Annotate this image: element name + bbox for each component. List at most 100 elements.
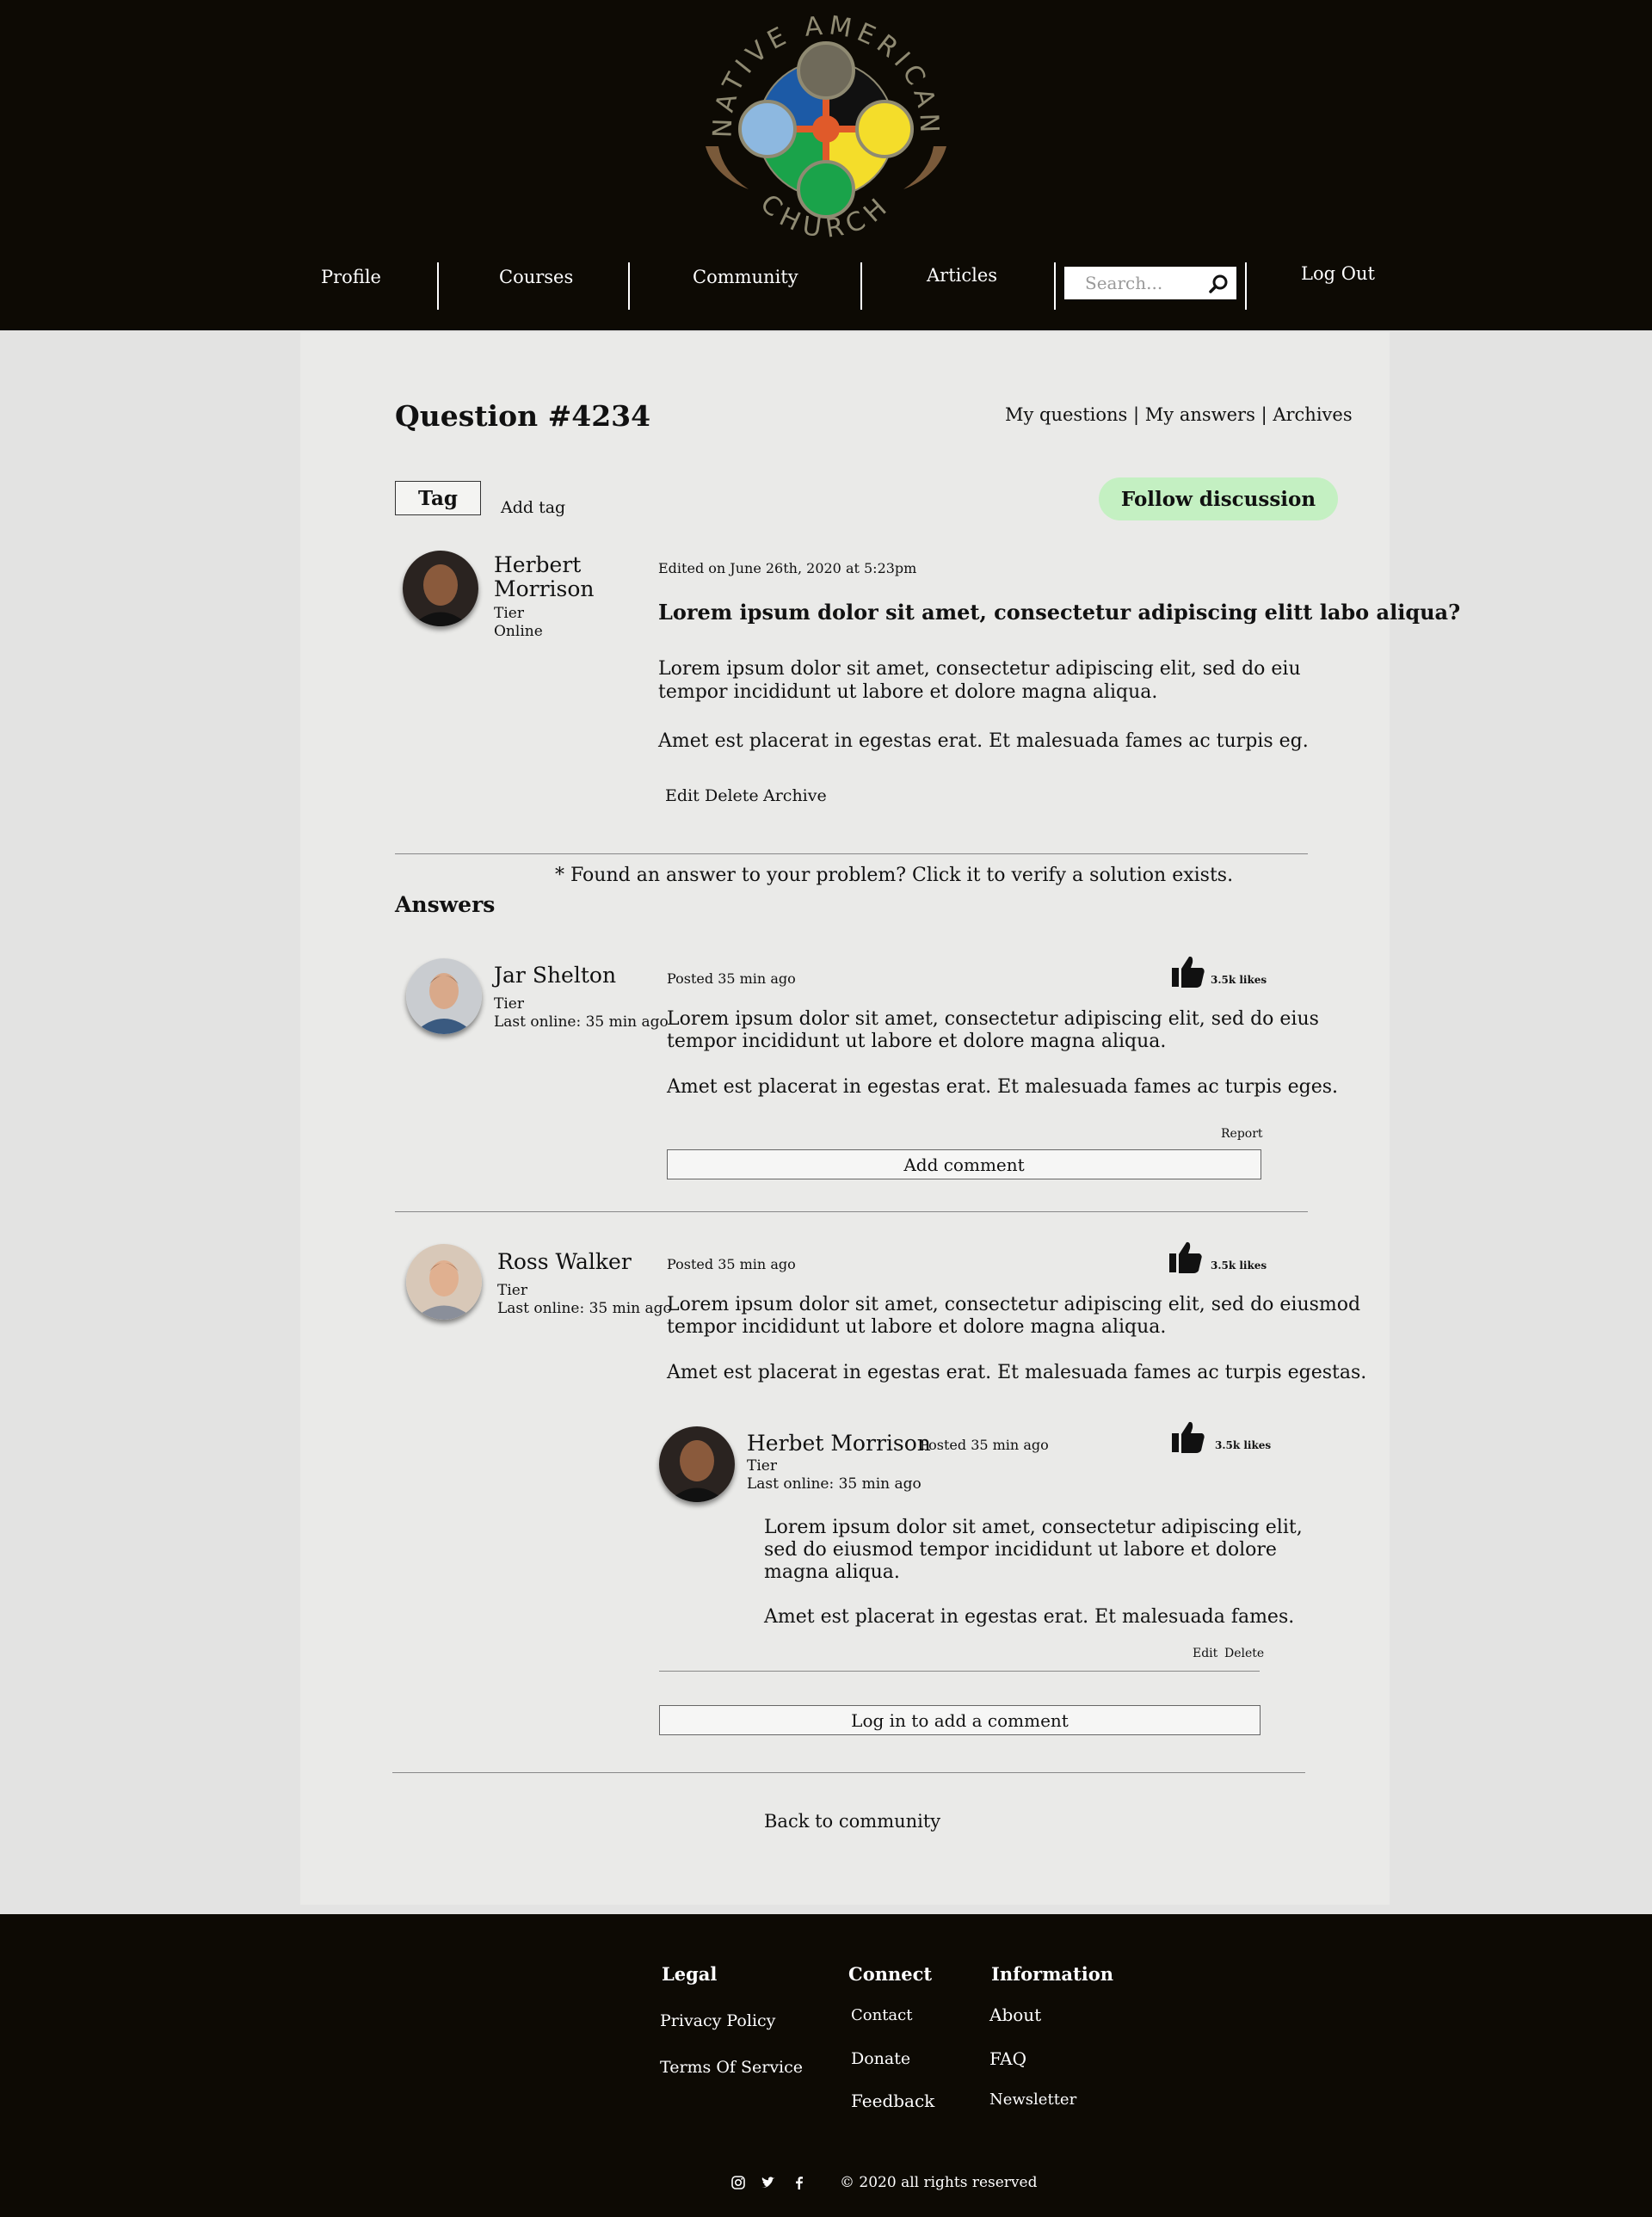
avatar[interactable] [659, 1426, 735, 1502]
church-logo[interactable]: NATIVE AMERICAN CHURCH [697, 9, 955, 249]
answer-text-line: Amet est placerat in egestas erat. Et ma… [667, 1076, 1339, 1098]
nav-divider [437, 262, 439, 310]
answer-posted-time: Posted 35 min ago [667, 1256, 796, 1272]
reply-text-line: Amet est placerat in egestas erat. Et ma… [764, 1606, 1295, 1628]
delete-reply-link[interactable]: Delete [1224, 1647, 1264, 1660]
tag-button[interactable]: Tag [395, 481, 481, 515]
footer-legal-title: Legal [662, 1963, 718, 1985]
edit-reply-link[interactable]: Edit [1193, 1647, 1217, 1660]
page-title: Question #4234 [395, 399, 651, 433]
delete-question-link[interactable]: Delete [705, 786, 759, 805]
login-to-comment-button[interactable]: Log in to add a comment [659, 1705, 1261, 1735]
thumbs-up-icon[interactable] [1170, 1419, 1206, 1454]
twitter-icon[interactable] [761, 2175, 776, 2190]
avatar[interactable] [406, 958, 482, 1034]
author-first-name[interactable]: Herbert [494, 553, 581, 577]
answer-text-line: Lorem ipsum dolor sit amet, consectetur … [667, 1008, 1319, 1030]
answer-posted-time: Posted 35 min ago [667, 970, 796, 987]
answer-text-line: Amet est placerat in egestas erat. Et ma… [667, 1362, 1367, 1383]
thumbs-up-icon[interactable] [1170, 954, 1206, 988]
author-avatar-image [403, 551, 478, 626]
footer-information-title: Information [991, 1963, 1113, 1985]
answer-text-line: tempor incididunt ut labore et dolore ma… [667, 1031, 1167, 1052]
reply-posted-time: Posted 35 min ago [920, 1437, 1049, 1453]
divider [395, 1211, 1308, 1212]
archive-question-link[interactable]: Archive [763, 786, 827, 805]
edit-question-link[interactable]: Edit [665, 786, 700, 805]
nav-courses[interactable]: Courses [499, 267, 573, 287]
search-input[interactable] [1064, 267, 1202, 299]
nav-profile[interactable]: Profile [320, 267, 382, 287]
edited-timestamp: Edited on June 26th, 2020 at 5:23pm [658, 560, 917, 576]
facebook-icon[interactable] [792, 2175, 807, 2190]
nav-divider [1054, 262, 1056, 310]
donate-link[interactable]: Donate [851, 2049, 910, 2068]
solution-hint: * Found an answer to your problem? Click… [555, 865, 1234, 886]
privacy-policy-link[interactable]: Privacy Policy [660, 2011, 775, 2030]
reply-text-line: magna aliqua. [764, 1561, 900, 1583]
answer-text-line: tempor incididunt ut labore et dolore ma… [667, 1316, 1167, 1338]
author-tier: Tier [494, 605, 524, 622]
like-count: 3.5k likes [1211, 1259, 1267, 1272]
answer-avatar-image [406, 958, 482, 1034]
logout-button[interactable]: Log Out [1299, 263, 1377, 284]
nav-divider [860, 262, 862, 310]
author-status: Online [494, 623, 543, 640]
copyright-text: © 2020 all rights reserved [840, 2174, 1038, 2191]
answer-avatar-image [406, 1244, 482, 1320]
like-count: 3.5k likes [1215, 1439, 1272, 1451]
link-separator: | [1261, 404, 1267, 425]
answer-author-name[interactable]: Jar Shelton [494, 964, 616, 988]
link-separator: | [1133, 404, 1140, 425]
avatar[interactable] [403, 551, 478, 626]
my-questions-link[interactable]: My questions [1005, 404, 1127, 425]
answer-author-tier: Tier [497, 1282, 527, 1299]
add-comment-button[interactable]: Add comment [667, 1149, 1261, 1179]
nav-articles[interactable]: Articles [927, 265, 997, 286]
site-header: NATIVE AMERICAN CHURCH Profile Courses C… [0, 0, 1652, 330]
follow-discussion-button[interactable]: Follow discussion [1099, 477, 1338, 520]
archives-link[interactable]: Archives [1273, 404, 1352, 425]
question-text-line: Amet est placerat in egestas erat. Et ma… [658, 730, 1309, 752]
faq-link[interactable]: FAQ [989, 2048, 1026, 2069]
author-last-name[interactable]: Morrison [494, 577, 595, 601]
answer-author-last-online: Last online: 35 min ago [494, 1013, 669, 1031]
reply-avatar-image [659, 1426, 735, 1502]
thumbs-up-icon[interactable] [1168, 1240, 1204, 1274]
footer-connect-title: Connect [848, 1963, 933, 1985]
contact-link[interactable]: Contact [851, 2006, 912, 2024]
instagram-icon[interactable] [730, 2175, 746, 2190]
my-answers-link[interactable]: My answers [1145, 404, 1255, 425]
add-tag-link[interactable]: Add tag [501, 498, 565, 517]
terms-of-service-link[interactable]: Terms Of Service [660, 2058, 803, 2077]
about-link[interactable]: About [989, 2005, 1041, 2025]
feedback-link[interactable]: Feedback [851, 2091, 934, 2111]
avatar[interactable] [406, 1244, 482, 1320]
search-icon[interactable] [1207, 273, 1230, 295]
newsletter-link[interactable]: Newsletter [989, 2091, 1076, 2109]
report-link[interactable]: Report [1221, 1127, 1263, 1141]
like-count: 3.5k likes [1211, 974, 1267, 986]
question-heading: Lorem ipsum dolor sit amet, consectetur … [658, 600, 1461, 625]
reply-text-line: Lorem ipsum dolor sit amet, consectetur … [764, 1517, 1303, 1538]
answers-title: Answers [395, 892, 496, 917]
reply-author-last-online: Last online: 35 min ago [747, 1475, 922, 1493]
back-to-community-link[interactable]: Back to community [764, 1811, 940, 1832]
answer-author-last-online: Last online: 35 min ago [497, 1300, 672, 1317]
question-text-line: tempor incididunt ut labore et dolore ma… [658, 681, 1158, 703]
divider [395, 853, 1308, 854]
answer-author-tier: Tier [494, 995, 524, 1013]
nav-community[interactable]: Community [693, 267, 798, 287]
divider [659, 1671, 1260, 1672]
question-text-line: Lorem ipsum dolor sit amet, consectetur … [658, 658, 1301, 680]
answer-author-name[interactable]: Ross Walker [497, 1250, 632, 1274]
nav-divider [628, 262, 630, 310]
reply-author-name[interactable]: Herbet Morrison [747, 1432, 931, 1456]
reply-author-tier: Tier [747, 1457, 777, 1475]
answer-text-line: Lorem ipsum dolor sit amet, consectetur … [667, 1294, 1361, 1315]
search-box [1064, 267, 1236, 299]
question-links: My questions | My answers | Archives [1005, 404, 1353, 425]
divider [392, 1772, 1305, 1773]
reply-text-line: sed do eiusmod tempor incididunt ut labo… [764, 1539, 1277, 1561]
nav-divider [1245, 262, 1247, 310]
